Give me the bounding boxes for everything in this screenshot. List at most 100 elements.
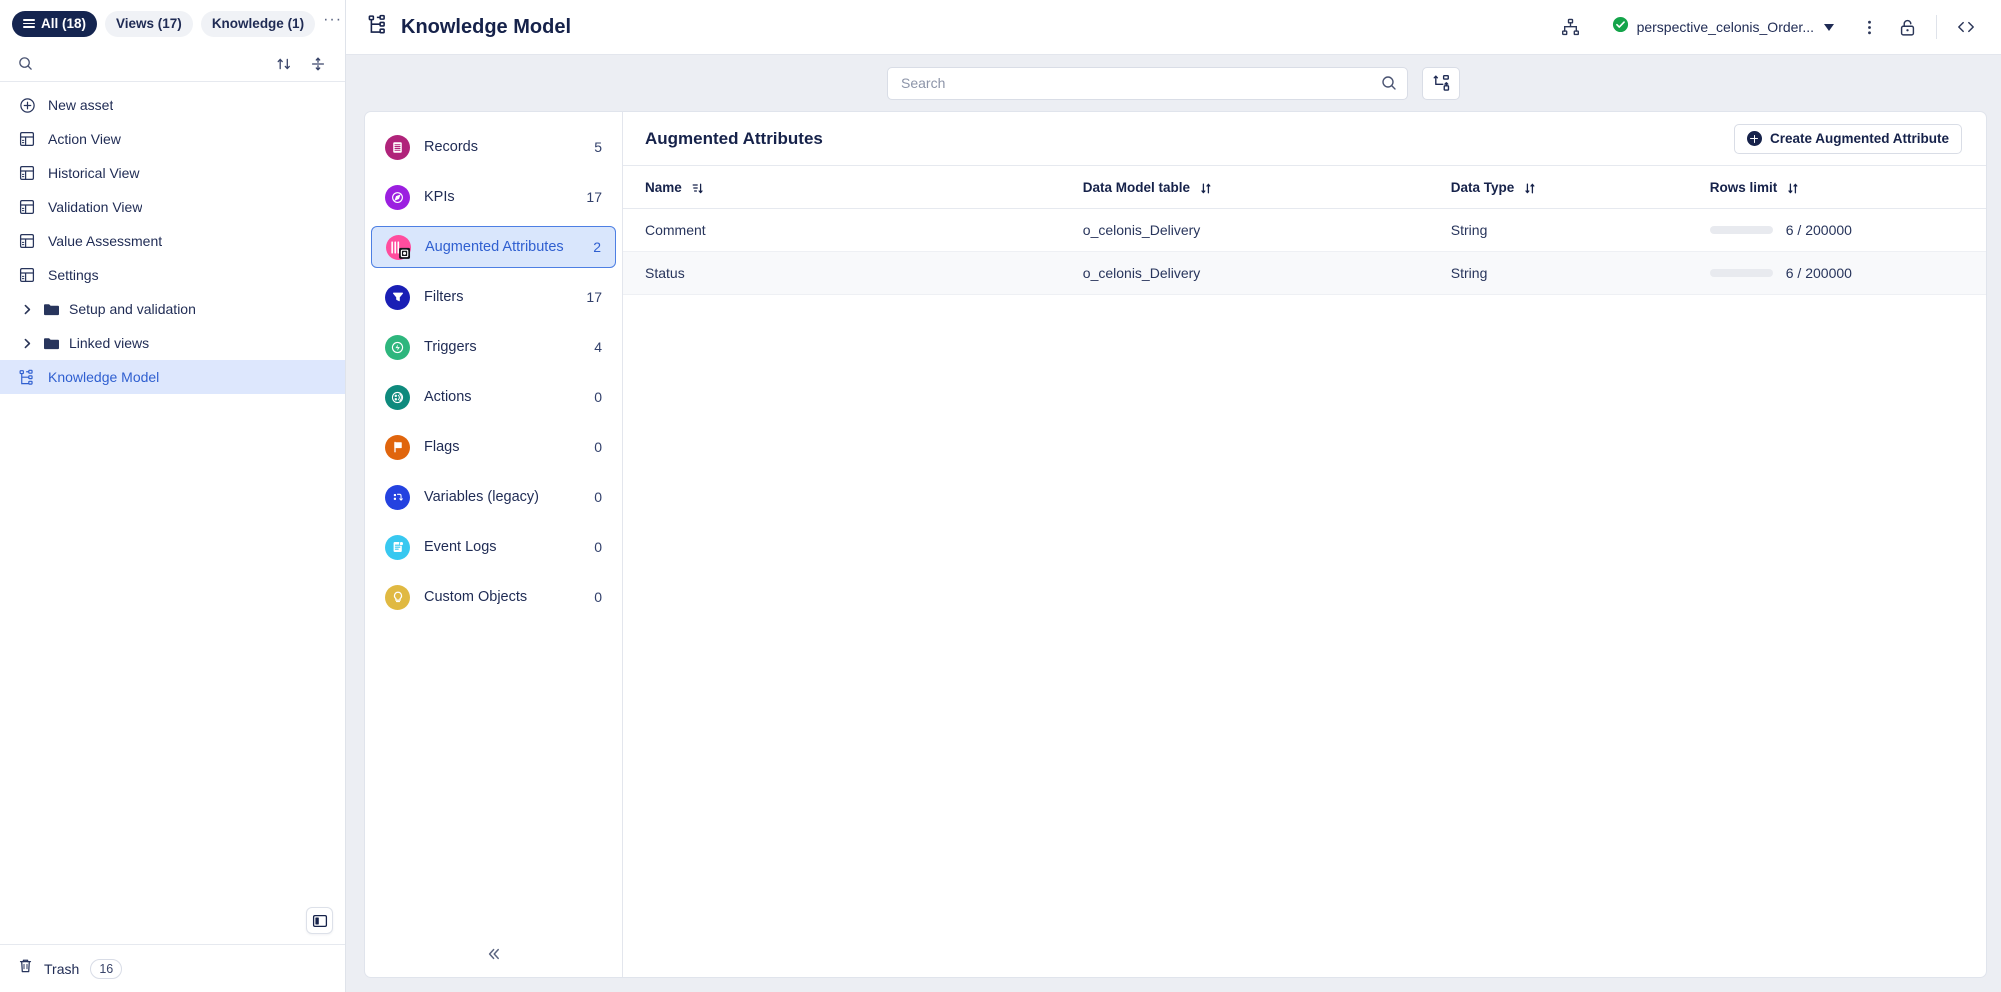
create-button-label: Create Augmented Attribute — [1769, 131, 1949, 146]
sidebar-item-new-asset[interactable]: New asset — [0, 88, 345, 122]
chevron-right-icon — [22, 304, 33, 315]
column-header-name[interactable]: Name — [623, 166, 1073, 209]
category-label: Event Logs — [424, 539, 497, 555]
tab-views[interactable]: Views (17) — [105, 10, 193, 37]
code-view-icon[interactable] — [1949, 10, 1983, 44]
kpi-compass-icon — [385, 184, 410, 210]
sidebar-folder-linked-views[interactable]: Linked views — [0, 326, 345, 360]
augmented-attributes-icon — [386, 234, 411, 260]
folder-icon — [42, 334, 60, 352]
sidebar-more-options-button[interactable]: ··· — [323, 11, 342, 37]
table-row[interactable]: Comment o_celonis_Delivery String 6 / 20… — [623, 208, 1986, 252]
column-header-data-model-table[interactable]: Data Model table — [1072, 166, 1441, 209]
cell-name: Status — [623, 251, 1073, 295]
tab-knowledge-label: Knowledge (1) — [211, 16, 305, 31]
table-row[interactable]: Status o_celonis_Delivery String 6 / 200… — [623, 251, 1986, 295]
create-augmented-attribute-button[interactable]: Create Augmented Attribute — [1733, 123, 1962, 154]
sidebar-item-historical-view[interactable]: Historical View — [0, 156, 345, 190]
sidebar-folder-setup-and-validation[interactable]: Setup and validation — [0, 292, 345, 326]
left-sidebar: All (18) Views (17) Knowledge (1) ··· Ne… — [0, 0, 346, 992]
search-box[interactable] — [887, 66, 1408, 100]
table-header-row: Name Data Model table Data Type Rows lim… — [623, 166, 1986, 209]
categories-collapse-button[interactable] — [365, 931, 622, 977]
view-grid-icon — [18, 198, 36, 216]
column-header-data-type[interactable]: Data Type — [1440, 166, 1700, 209]
lightbulb-icon — [385, 584, 410, 610]
knowledge-model-icon — [18, 368, 36, 386]
sidebar-item-knowledge-model[interactable]: Knowledge Model — [0, 360, 345, 394]
sidebar-item-label: Historical View — [48, 165, 140, 181]
table-body: Comment o_celonis_Delivery String 6 / 20… — [623, 208, 1986, 295]
sidebar-item-label: New asset — [48, 97, 114, 113]
app-root: All (18) Views (17) Knowledge (1) ··· Ne… — [0, 0, 2001, 992]
sidebar-item-settings[interactable]: Settings — [0, 258, 345, 292]
search-icon — [18, 56, 33, 71]
category-count: 0 — [594, 589, 602, 605]
augmented-attributes-panel: Augmented Attributes Create Augmented At… — [623, 112, 1986, 977]
ellipsis-icon: ··· — [323, 11, 343, 28]
category-count: 0 — [594, 489, 602, 505]
filter-funnel-icon — [385, 284, 410, 310]
category-variables-legacy[interactable]: Variables (legacy) 0 — [371, 476, 616, 518]
category-event-logs[interactable]: Event Logs 0 — [371, 526, 616, 568]
rows-limit-progress-bar — [1709, 269, 1773, 277]
category-label: Filters — [424, 289, 464, 305]
trigger-icon — [385, 334, 410, 360]
column-header-rows-limit[interactable]: Rows limit — [1699, 166, 1986, 209]
plus-circle-icon — [18, 96, 36, 114]
category-custom-objects[interactable]: Custom Objects 0 — [371, 576, 616, 618]
category-flags[interactable]: Flags 0 — [371, 426, 616, 468]
view-grid-icon — [18, 232, 36, 250]
sidebar-item-value-assessment[interactable]: Value Assessment — [0, 224, 345, 258]
sort-icon[interactable] — [271, 51, 297, 77]
column-label: Rows limit — [1709, 180, 1778, 195]
knowledge-model-categories-panel: Records 5 KPIs 17 Augmented Attributes 2… — [365, 112, 623, 977]
cell-data-type: String — [1440, 208, 1700, 252]
sidebar-trash-item[interactable]: Trash 16 — [0, 944, 345, 992]
category-count: 17 — [586, 189, 602, 205]
sidebar-item-label: Action View — [48, 131, 121, 147]
tab-knowledge[interactable]: Knowledge (1) — [200, 10, 316, 37]
column-label: Data Type — [1450, 180, 1515, 195]
category-triggers[interactable]: Triggers 4 — [371, 326, 616, 368]
data-model-hierarchy-icon[interactable] — [1554, 10, 1588, 44]
category-count: 4 — [594, 339, 602, 355]
category-count: 2 — [593, 239, 601, 255]
sidebar-item-label: Setup and validation — [69, 301, 196, 317]
more-options-button[interactable] — [1852, 10, 1886, 44]
category-filters[interactable]: Filters 17 — [371, 276, 616, 318]
category-label: Custom Objects — [424, 589, 528, 605]
category-augmented-attributes[interactable]: Augmented Attributes 2 — [371, 226, 616, 268]
category-kpis[interactable]: KPIs 17 — [371, 176, 616, 218]
sidebar-item-action-view[interactable]: Action View — [0, 122, 345, 156]
trash-label: Trash — [44, 960, 80, 977]
actions-icon — [385, 384, 410, 410]
top-bar-actions: perspective_celonis_Order... — [1554, 10, 1983, 44]
category-records[interactable]: Records 5 — [371, 126, 616, 168]
collapse-expand-icon[interactable] — [305, 51, 331, 77]
sidebar-collapse-toggle-button[interactable] — [306, 907, 333, 934]
sidebar-item-validation-view[interactable]: Validation View — [0, 190, 345, 224]
content-card: Records 5 KPIs 17 Augmented Attributes 2… — [364, 111, 1987, 978]
category-actions[interactable]: Actions 0 — [371, 376, 616, 418]
sidebar-search-input[interactable] — [41, 56, 263, 71]
category-label: Variables (legacy) — [424, 489, 539, 505]
chevrons-left-icon — [488, 948, 499, 960]
rows-limit-text: 6 / 200000 — [1785, 222, 1852, 238]
model-graph-button[interactable] — [1422, 66, 1460, 100]
plus-icon — [1746, 131, 1762, 146]
unlock-icon[interactable] — [1890, 10, 1924, 44]
category-count: 0 — [594, 539, 602, 555]
cell-data-type: String — [1440, 251, 1700, 295]
rows-limit-text: 6 / 200000 — [1785, 265, 1852, 281]
hamburger-icon — [23, 18, 35, 29]
panel-toggle-icon — [312, 914, 327, 927]
category-label: KPIs — [424, 189, 455, 205]
sidebar-item-label: Knowledge Model — [48, 369, 160, 385]
data-model-selector[interactable]: perspective_celonis_Order... — [1602, 11, 1842, 43]
page-title: Knowledge Model — [368, 14, 571, 41]
rows-limit-progress-bar — [1709, 226, 1773, 234]
tab-all[interactable]: All (18) — [12, 10, 98, 37]
search-input[interactable] — [901, 75, 1381, 91]
chevron-right-icon — [22, 338, 33, 349]
